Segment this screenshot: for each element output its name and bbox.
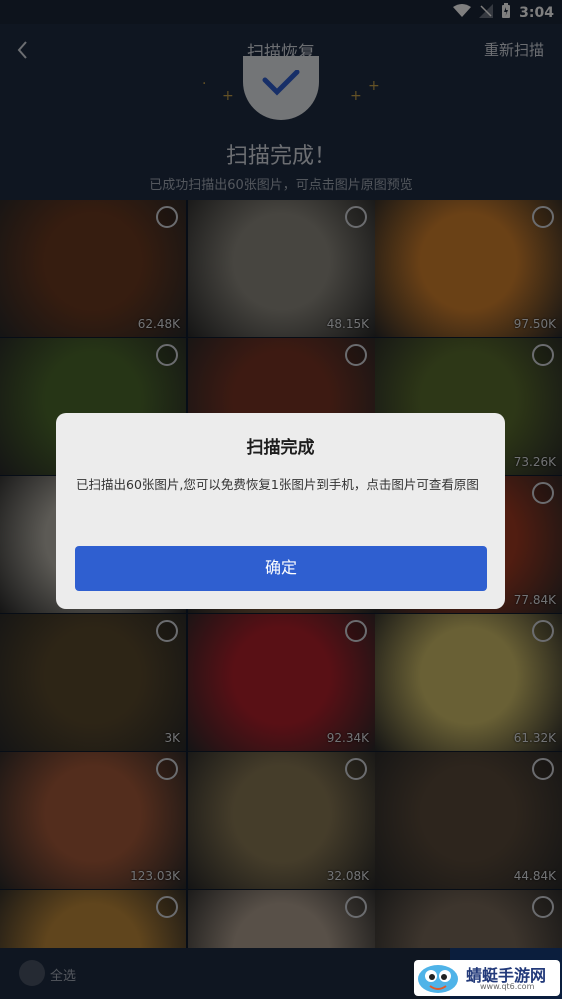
- confirm-button[interactable]: 确定: [75, 546, 487, 591]
- dialog-title: 扫描完成: [246, 438, 315, 458]
- site-watermark: 蜻蜓手游网 www.qt6.com: [414, 960, 560, 996]
- dragonfly-logo-icon: [418, 965, 458, 993]
- scan-complete-dialog: 扫描完成 已扫描出60张图片,您可以免费恢复1张图片到手机，点击图片可查看原图 …: [56, 413, 505, 609]
- watermark-url: www.qt6.com: [480, 982, 535, 991]
- dialog-message: 已扫描出60张图片,您可以免费恢复1张图片到手机，点击图片可查看原图: [76, 477, 479, 492]
